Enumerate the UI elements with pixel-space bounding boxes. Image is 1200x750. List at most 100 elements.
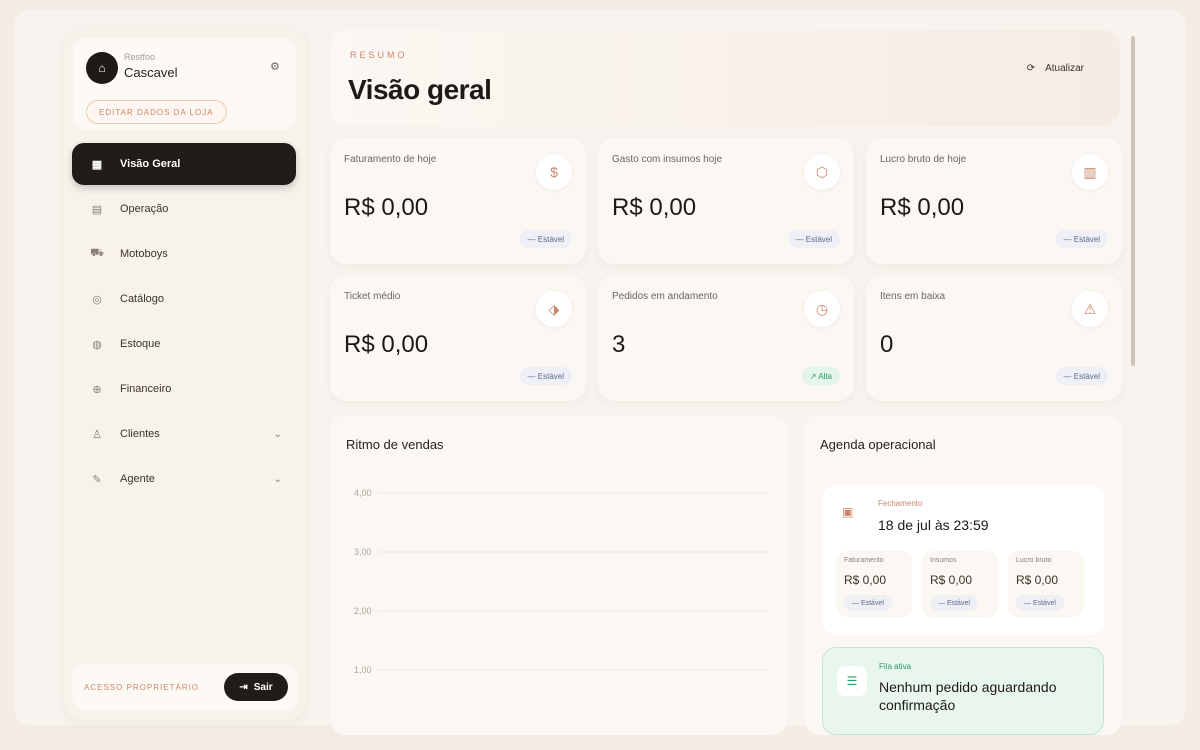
stat-card-ticket: Ticket médio ⬗ R$ 0,00 — Estável [330, 275, 586, 401]
stat-value: 3 [612, 331, 626, 358]
mini-card-faturamento: Faturamento R$ 0,00 — Estável [836, 551, 912, 617]
sidebar-item-label: Operação [120, 203, 169, 215]
sidebar-item-label: Motoboys [120, 248, 168, 260]
trend-badge: — Estável [1016, 595, 1064, 611]
finance-icon: ⊕ [92, 383, 102, 396]
y-tick-label: 4,00 [354, 488, 372, 498]
owner-access-label: ACESSO PROPRIETÁRIO [84, 683, 200, 692]
catalog-icon: ◎ [92, 293, 102, 306]
stat-value: R$ 0,00 [344, 331, 429, 358]
agenda-title: Agenda operacional [820, 437, 936, 452]
stat-card-itens: Itens em baixa ⚠ 0 — Estável [866, 275, 1122, 401]
queue-message: Nenhum pedido aguardando confirmação [879, 679, 1057, 713]
mini-value: R$ 0,00 [930, 573, 973, 587]
calendar-icon: ▣ [842, 505, 854, 519]
refresh-label: Atualizar [1045, 62, 1084, 74]
alert-icon: ⚠ [1072, 291, 1108, 327]
logout-icon: ⇥ [239, 681, 248, 693]
mini-label: Insumos [930, 557, 957, 564]
chevron-down-icon[interactable]: ⌄ [274, 474, 282, 485]
sidebar-item-label: Financeiro [120, 383, 172, 395]
mini-card-lucro: Lucro bruto R$ 0,00 — Estável [1008, 551, 1084, 617]
stat-value: R$ 0,00 [880, 194, 965, 221]
mini-value: R$ 0,00 [1016, 573, 1059, 587]
page-eyebrow: RESUMO [350, 50, 408, 60]
trend-badge: ↗ Alta [801, 367, 840, 385]
stat-card-pedidos: Pedidos em andamento ◷ 3 ↗ Alta [598, 275, 854, 401]
queue-eyebrow: Fila ativa [879, 662, 912, 671]
sidebar-item-financeiro[interactable]: ⊕ Financeiro [72, 368, 296, 410]
sidebar-item-operacao[interactable]: ▤ Operação [72, 188, 296, 230]
sidebar: ⌂ Restfoo Cascavel ⚙ EDITAR DADOS DA LOJ… [64, 30, 306, 720]
trend-badge: — Estável [519, 230, 572, 248]
users-icon: ♙ [92, 428, 102, 441]
queue-icon: ☰ [837, 666, 867, 696]
agenda-card: Agenda operacional ▣ Fechamento 18 de ju… [804, 415, 1122, 735]
sidebar-item-catalogo[interactable]: ◎ Catálogo [72, 278, 296, 320]
sidebar-item-clientes[interactable]: ♙ Clientes ⌄ [72, 413, 296, 455]
chevron-down-icon[interactable]: ⌄ [274, 429, 282, 440]
mini-card-insumos: Insumos R$ 0,00 — Estável [922, 551, 998, 617]
sidebar-item-label: Clientes [120, 428, 160, 440]
refresh-button[interactable]: ⟳ Atualizar [1013, 54, 1098, 82]
y-tick-label: 2,00 [354, 606, 372, 616]
store-settings-icon[interactable]: ⚙ [270, 60, 280, 73]
sidebar-item-label: Catálogo [120, 293, 165, 305]
y-tick-label: 3,00 [354, 547, 372, 557]
sidebar-item-motoboys[interactable]: ⛟ Motoboys [72, 233, 296, 275]
trend-badge: — Estável [1055, 230, 1108, 248]
logout-button[interactable]: ⇥ Sair [224, 673, 288, 701]
y-tick-label: 1,00 [354, 665, 372, 675]
closing-time: 18 de jul às 23:59 [878, 517, 989, 533]
grid-icon: ▤ [91, 203, 103, 216]
trend-badge: — Estável [844, 595, 892, 611]
dashboard-icon: ▦ [91, 158, 103, 171]
refresh-icon: ⟳ [1026, 62, 1036, 74]
store-eyebrow: Restfoo [124, 52, 156, 62]
agent-icon: ✎ [92, 473, 102, 486]
page-title: Visão geral [348, 74, 492, 105]
sales-chart: 4,00 3,00 2,00 1,00 [354, 488, 768, 675]
package-icon: ⬡ [804, 154, 840, 190]
closing-card: ▣ Fechamento 18 de jul às 23:59 Faturame… [822, 485, 1104, 635]
stat-value: R$ 0,00 [612, 194, 697, 221]
scrollbar[interactable] [1131, 36, 1135, 366]
mini-value: R$ 0,00 [844, 573, 887, 587]
stat-value: 0 [880, 331, 894, 358]
sidebar-item-label: Estoque [120, 338, 161, 350]
edit-store-button[interactable]: EDITAR DADOS DA LOJA [86, 100, 227, 124]
stat-label: Gasto com insumos hoje [612, 154, 723, 165]
tag-icon: ⬗ [536, 291, 572, 327]
trend-badge: — Estável [787, 230, 840, 248]
stat-label: Itens em baixa [880, 291, 946, 302]
sidebar-item-visao-geral[interactable]: ▦ Visão Geral [72, 143, 296, 185]
trend-badge: — Estável [519, 367, 572, 385]
stat-label: Lucro bruto de hoje [880, 154, 967, 165]
sidebar-item-estoque[interactable]: ◍ Estoque [72, 323, 296, 365]
store-icon: ⌂ [86, 52, 118, 84]
stat-value: R$ 0,00 [344, 194, 429, 221]
mini-label: Lucro bruto [1016, 557, 1052, 564]
sales-chart-card: Ritmo de vendas 4,00 3,00 2,00 1,00 [330, 415, 788, 735]
logout-label: Sair [253, 681, 273, 693]
stat-card-faturamento: Faturamento de hoje $ R$ 0,00 — Estável [330, 138, 586, 264]
sidebar-item-label: Agente [120, 473, 155, 485]
stat-label: Pedidos em andamento [612, 291, 718, 302]
mini-label: Faturamento [844, 557, 884, 564]
store-name: Cascavel [124, 65, 178, 80]
sidebar-item-agente[interactable]: ✎ Agente ⌄ [72, 458, 296, 500]
receipt-icon: ▥ [1072, 154, 1108, 190]
box-icon: ◍ [92, 338, 102, 351]
motorbike-icon: ⛟ [90, 247, 104, 259]
active-queue-card: ☰ Fila ativa Nenhum pedido aguardando co… [822, 647, 1104, 735]
sidebar-nav: ▦ Visão Geral ▤ Operação ⛟ Motoboys ◎ Ca… [72, 143, 296, 503]
sidebar-footer: ACESSO PROPRIETÁRIO ⇥ Sair [72, 664, 298, 710]
sidebar-item-label: Visão Geral [120, 158, 181, 170]
stat-label: Ticket médio [344, 291, 401, 302]
trend-badge: — Estável [1055, 367, 1108, 385]
dollar-icon: $ [536, 154, 572, 190]
closing-eyebrow: Fechamento [878, 499, 923, 508]
clock-icon: ◷ [804, 291, 840, 327]
stat-label: Faturamento de hoje [344, 154, 437, 165]
stat-card-lucro: Lucro bruto de hoje ▥ R$ 0,00 — Estável [866, 138, 1122, 264]
